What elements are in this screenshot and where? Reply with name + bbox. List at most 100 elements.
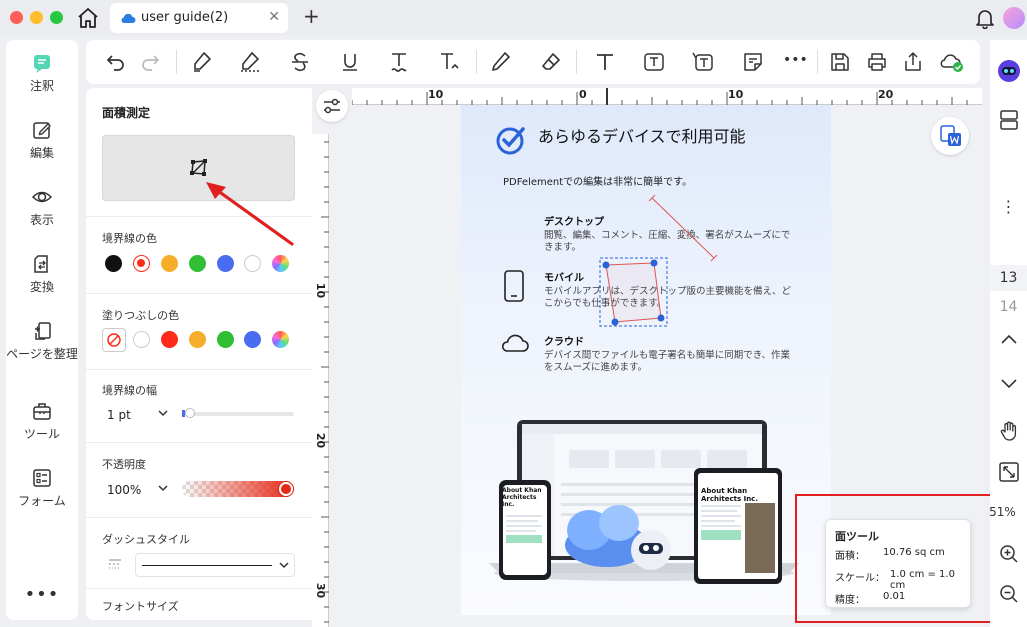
left-ruler: 10 20 30 <box>312 134 329 627</box>
feature-description: デバイス間でファイルも電子署名も簡単に同期でき、作業をスムーズに進めます。 <box>544 350 791 373</box>
highlighter-icon[interactable] <box>190 50 214 74</box>
avatar[interactable] <box>1003 7 1025 29</box>
solid-line-preview <box>142 565 272 566</box>
nav-item-form[interactable]: フォーム <box>6 467 78 509</box>
pencil-icon[interactable] <box>489 50 513 74</box>
nav-label: 注釈 <box>29 79 54 93</box>
squiggly-icon[interactable] <box>387 50 411 74</box>
replace-text-icon[interactable] <box>437 50 461 74</box>
fill-color-label: 塗りつぶしの色 <box>102 309 180 322</box>
more-tools-button[interactable]: ••• <box>783 52 808 76</box>
fill-color-orange[interactable] <box>189 331 206 348</box>
zoom-in-icon[interactable] <box>990 543 1027 569</box>
nav-item-tools[interactable]: ツール <box>6 400 78 442</box>
area-measure-shape[interactable] <box>598 255 670 329</box>
area-highlight-icon[interactable] <box>238 50 262 74</box>
ruler-label: 30 <box>314 582 328 599</box>
nav-item-view[interactable]: 表示 <box>6 186 78 228</box>
ruler-ticks <box>321 141 329 623</box>
nav-more-button[interactable]: ••• <box>6 584 78 605</box>
text-box-icon[interactable] <box>642 50 666 74</box>
text-icon[interactable] <box>593 50 617 74</box>
fill-color-blue[interactable] <box>244 331 261 348</box>
border-color-custom-icon[interactable] <box>272 255 289 272</box>
opacity-slider[interactable] <box>182 481 294 497</box>
border-color-white[interactable] <box>244 255 261 272</box>
border-width-slider-handle[interactable] <box>185 408 195 418</box>
chevron-down-icon[interactable] <box>990 373 1027 397</box>
undo-icon[interactable] <box>104 50 128 74</box>
strikethrough-icon[interactable] <box>288 50 312 74</box>
page-subtitle: PDFelementでの編集は非常に簡単です。 <box>503 177 693 188</box>
fill-color-white[interactable] <box>133 331 150 348</box>
dash-style-select[interactable] <box>135 553 295 577</box>
close-window-button[interactable] <box>10 11 23 24</box>
border-width-value: 1 pt <box>107 408 131 422</box>
tools-icon <box>31 400 53 422</box>
convert-icon <box>31 253 53 275</box>
nav-item-edit[interactable]: 編集 <box>6 119 78 161</box>
distance-measure-line[interactable] <box>646 190 721 265</box>
ruler-settings-button[interactable] <box>316 90 348 122</box>
title-bar: user guide(2) ✕ + <box>0 0 1027 36</box>
nav-label: 変換 <box>29 280 54 294</box>
fit-page-icon[interactable] <box>990 461 1027 487</box>
fill-color-red[interactable] <box>161 331 178 348</box>
cloud-sync-icon[interactable] <box>939 50 963 74</box>
eraser-icon[interactable] <box>539 50 563 74</box>
page-number-current[interactable]: 13 <box>990 265 1027 291</box>
pdf-page[interactable]: あらゆるデバイスで利用可能 PDFelementでの編集は非常に簡単です。 デス… <box>461 105 831 615</box>
callout-icon[interactable] <box>691 50 715 74</box>
nav-item-annotate[interactable]: 注釈 <box>6 52 78 94</box>
zoom-out-icon[interactable] <box>990 583 1027 609</box>
ruler-cursor-marker <box>606 88 608 105</box>
underline-icon[interactable] <box>338 50 362 74</box>
red-arrow-annotation <box>206 182 294 246</box>
dash-style-label: ダッシュスタイル <box>102 533 190 546</box>
border-width-slider[interactable] <box>188 412 294 416</box>
document-tab[interactable]: user guide(2) ✕ <box>110 3 288 33</box>
nav-item-convert[interactable]: 変換 <box>6 253 78 295</box>
border-color-green[interactable] <box>189 255 206 272</box>
opacity-slider-handle[interactable] <box>279 482 293 496</box>
share-icon[interactable] <box>901 50 925 74</box>
ruler-label: 0 <box>579 88 587 101</box>
page-number-next[interactable]: 14 <box>990 299 1027 315</box>
border-color-blue[interactable] <box>217 255 234 272</box>
dash-style-icon <box>108 558 122 573</box>
border-color-orange[interactable] <box>161 255 178 272</box>
border-color-red-selected[interactable] <box>133 255 150 272</box>
new-tab-button[interactable]: + <box>303 4 320 28</box>
home-icon[interactable] <box>76 6 100 30</box>
mobile-phone-icon <box>503 269 525 306</box>
border-color-black[interactable] <box>105 255 122 272</box>
fill-color-custom-icon[interactable] <box>272 331 289 348</box>
phone-screen-text: About Khan Architects Inc. <box>502 487 542 508</box>
fill-color-green[interactable] <box>217 331 234 348</box>
border-color-label: 境界線の色 <box>102 232 157 245</box>
word-convert-button[interactable] <box>931 117 969 155</box>
nav-item-organize-pages[interactable]: ページを整理 <box>6 320 78 362</box>
fill-color-none[interactable] <box>102 328 126 352</box>
ruler-label: 20 <box>314 432 328 449</box>
red-highlight-box <box>795 494 1002 623</box>
layout-panels-icon[interactable] <box>990 108 1027 136</box>
hand-tool-icon[interactable] <box>990 420 1027 446</box>
more-options-icon[interactable]: ⋮ <box>990 197 1027 216</box>
tablet-screen-text: About Khan Architects Inc. <box>701 487 758 503</box>
sticky-note-icon[interactable] <box>741 50 765 74</box>
chevron-up-icon[interactable] <box>990 330 1027 354</box>
chevron-down-icon <box>157 482 169 497</box>
zoom-level[interactable]: 51% <box>984 505 1021 519</box>
maximize-window-button[interactable] <box>50 11 63 24</box>
minimize-window-button[interactable] <box>30 11 43 24</box>
redo-icon[interactable] <box>138 50 162 74</box>
save-icon[interactable] <box>828 50 852 74</box>
ai-assistant-icon[interactable] <box>990 58 1027 88</box>
print-icon[interactable] <box>865 50 889 74</box>
opacity-select[interactable]: 100% <box>102 477 174 501</box>
feature-title: モバイル <box>544 273 584 284</box>
tab-close-icon[interactable]: ✕ <box>268 9 280 25</box>
bell-icon[interactable] <box>974 7 996 32</box>
border-width-select[interactable]: 1 pt <box>102 402 174 426</box>
